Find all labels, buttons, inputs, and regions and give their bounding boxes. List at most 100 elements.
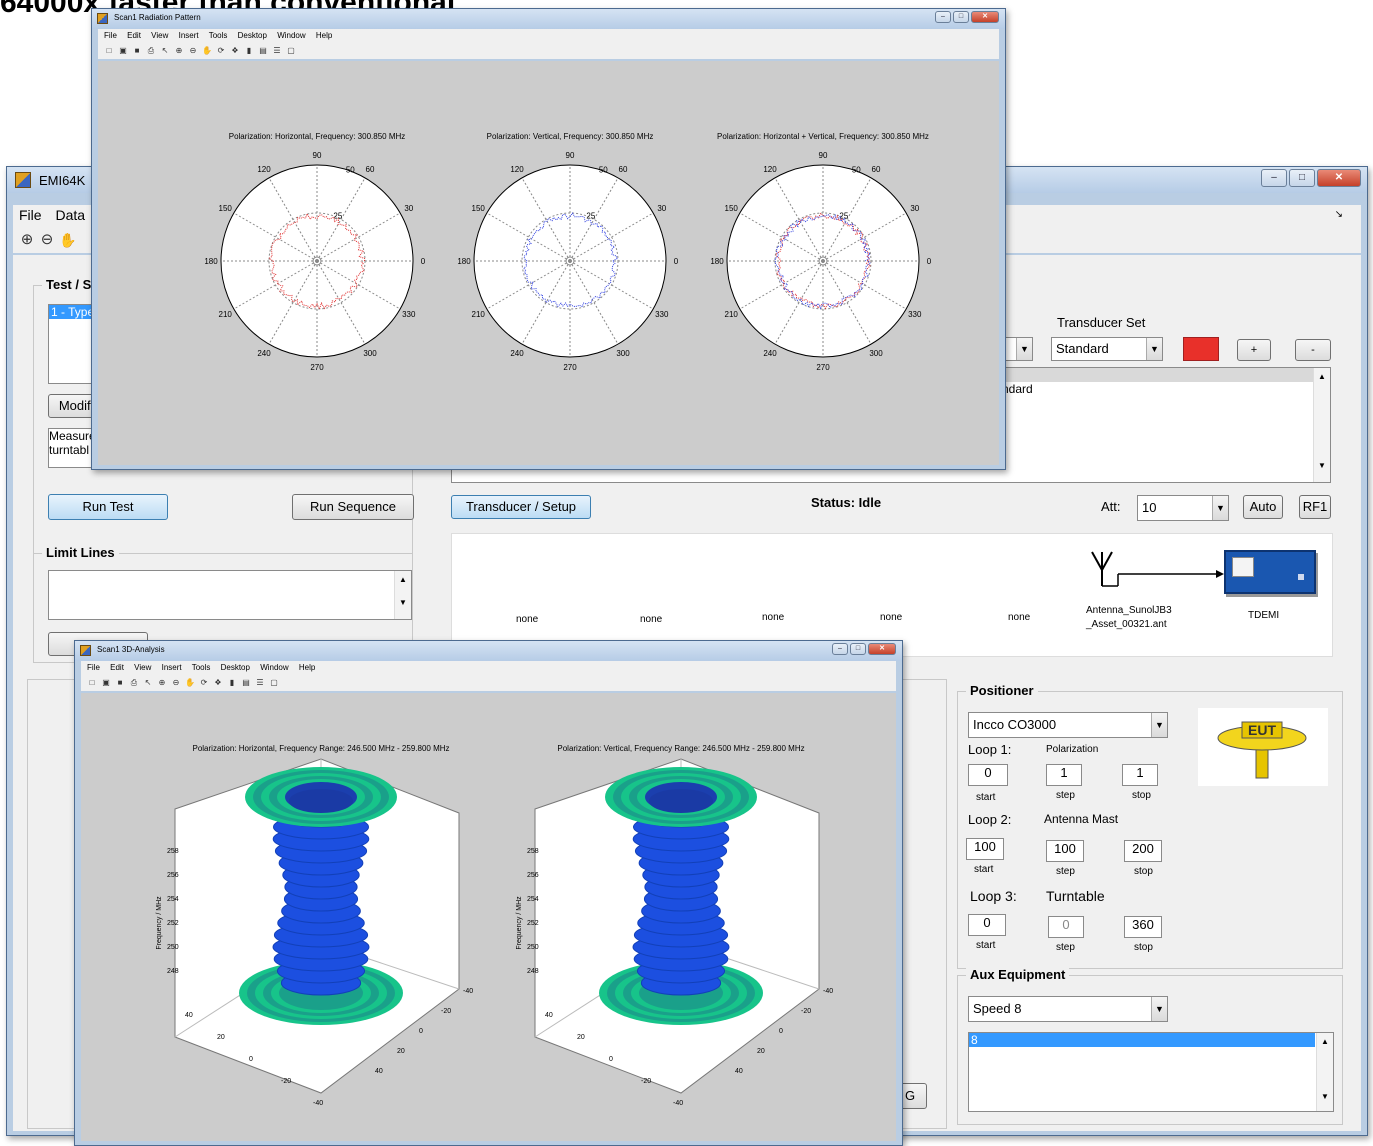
menu-file[interactable]: File bbox=[104, 31, 117, 40]
menu-file[interactable]: File bbox=[87, 663, 100, 672]
loop1-step[interactable]: 1 bbox=[1046, 764, 1082, 786]
loop3-start[interactable]: 0 bbox=[968, 914, 1006, 936]
limit-lines-list[interactable]: ▲ ▼ bbox=[48, 570, 412, 620]
close-button[interactable]: ✕ bbox=[1317, 169, 1361, 187]
menu-edit[interactable]: Edit bbox=[110, 663, 124, 672]
run-test-button[interactable]: Run Test bbox=[48, 494, 168, 520]
loop1-stop[interactable]: 1 bbox=[1122, 764, 1158, 786]
chevron-down-icon[interactable]: ▼ bbox=[1146, 338, 1162, 360]
maximize-button[interactable]: □ bbox=[850, 643, 866, 655]
menu-insert[interactable]: Insert bbox=[162, 663, 182, 672]
minimize-button[interactable]: – bbox=[935, 11, 951, 23]
colorbar-icon[interactable]: ▮ bbox=[244, 46, 254, 56]
pointer-icon[interactable]: ↖ bbox=[160, 46, 170, 56]
open-folder-icon[interactable]: ▣ bbox=[101, 678, 111, 688]
menu-data[interactable]: Data bbox=[55, 207, 85, 223]
pan-icon[interactable]: ✋ bbox=[185, 678, 195, 688]
aux-list-scrollbar[interactable]: ▲ ▼ bbox=[1316, 1033, 1333, 1111]
chain-slot-2[interactable]: none bbox=[640, 614, 662, 625]
print-icon[interactable]: ⎙ bbox=[129, 678, 139, 688]
legend-icon[interactable]: ▤ bbox=[258, 46, 268, 56]
loop2-stop[interactable]: 200 bbox=[1124, 840, 1162, 862]
loop3-step[interactable]: 0 bbox=[1048, 916, 1084, 938]
remove-transducer-button[interactable]: - bbox=[1295, 339, 1331, 361]
menu-desktop[interactable]: Desktop bbox=[238, 31, 267, 40]
chain-slot-4[interactable]: none bbox=[880, 612, 902, 623]
receiver-icon[interactable] bbox=[1224, 550, 1316, 594]
menu-help[interactable]: Help bbox=[316, 31, 332, 40]
maximize-button[interactable]: □ bbox=[953, 11, 969, 23]
minimize-button[interactable]: – bbox=[1261, 169, 1287, 187]
menu-window[interactable]: Window bbox=[260, 663, 288, 672]
pan-icon[interactable]: ✋ bbox=[59, 232, 76, 248]
menu-view[interactable]: View bbox=[151, 31, 168, 40]
zoom-out-icon[interactable]: ⊖ bbox=[39, 232, 55, 248]
zoom-in-icon[interactable]: ⊕ bbox=[174, 46, 184, 56]
chevron-down-icon[interactable]: ▼ bbox=[1151, 713, 1167, 737]
plot-tools-hide-icon[interactable]: ☰ bbox=[272, 46, 282, 56]
menu-insert[interactable]: Insert bbox=[179, 31, 199, 40]
legend-icon[interactable]: ▤ bbox=[241, 678, 251, 688]
menu-view[interactable]: View bbox=[134, 663, 151, 672]
maximize-button[interactable]: □ bbox=[1289, 169, 1315, 187]
loop3-stop[interactable]: 360 bbox=[1124, 916, 1162, 938]
chain-slot-3[interactable]: none bbox=[762, 612, 784, 623]
rotate-icon[interactable]: ⟳ bbox=[216, 46, 226, 56]
run-sequence-button[interactable]: Run Sequence bbox=[292, 494, 414, 520]
chevron-down-icon[interactable]: ▼ bbox=[1016, 338, 1032, 360]
auto-button[interactable]: Auto bbox=[1243, 495, 1283, 519]
positioner-device-select[interactable]: Incco CO3000 ▼ bbox=[968, 712, 1168, 738]
pan-icon[interactable]: ✋ bbox=[202, 46, 212, 56]
menu-edit[interactable]: Edit bbox=[127, 31, 141, 40]
menu-tools[interactable]: Tools bbox=[209, 31, 228, 40]
chain-slot-1[interactable]: none bbox=[516, 614, 538, 625]
plot-tools-show-icon[interactable]: ▢ bbox=[286, 46, 296, 56]
save-icon[interactable]: ■ bbox=[115, 678, 125, 688]
colorbar-icon[interactable]: ▮ bbox=[227, 678, 237, 688]
chevron-down-icon[interactable]: ▼ bbox=[1151, 997, 1167, 1021]
pointer-icon[interactable]: ↖ bbox=[143, 678, 153, 688]
transducer-setup-button[interactable]: Transducer / Setup bbox=[451, 495, 591, 519]
zoom-out-icon[interactable]: ⊖ bbox=[188, 46, 198, 56]
transducer-set-select[interactable]: Standard ▼ bbox=[1051, 337, 1163, 361]
limit-lines-scrollbar[interactable]: ▲ ▼ bbox=[394, 571, 411, 619]
add-transducer-button[interactable]: + bbox=[1237, 339, 1271, 361]
menu-desktop[interactable]: Desktop bbox=[221, 663, 250, 672]
aux-list[interactable]: 8 ▲ ▼ bbox=[968, 1032, 1334, 1112]
zoom-in-icon[interactable]: ⊕ bbox=[19, 232, 35, 248]
color-swatch[interactable] bbox=[1183, 337, 1219, 361]
transducer-list-item[interactable]: ndard bbox=[1002, 382, 1033, 396]
transducer-list-scrollbar[interactable]: ▲ ▼ bbox=[1313, 368, 1330, 482]
chevron-down-icon[interactable]: ▼ bbox=[1212, 496, 1228, 520]
save-icon[interactable]: ■ bbox=[132, 46, 142, 56]
data-cursor-icon[interactable]: ❖ bbox=[213, 678, 223, 688]
loop2-step[interactable]: 100 bbox=[1046, 840, 1084, 862]
close-button[interactable]: ✕ bbox=[868, 643, 896, 655]
data-cursor-icon[interactable]: ❖ bbox=[230, 46, 240, 56]
open-folder-icon[interactable]: ▣ bbox=[118, 46, 128, 56]
aux-device-select[interactable]: Speed 8 ▼ bbox=[968, 996, 1168, 1022]
att-select[interactable]: 10 ▼ bbox=[1137, 495, 1229, 521]
menu-file[interactable]: File bbox=[19, 207, 42, 223]
minimize-button[interactable]: – bbox=[832, 643, 848, 655]
aux-list-item[interactable]: 8 bbox=[969, 1033, 1315, 1047]
chain-slot-5[interactable]: none bbox=[1008, 612, 1030, 623]
polar-angle-label: 270 bbox=[816, 363, 830, 372]
polar-angle-label: 150 bbox=[219, 204, 233, 213]
close-button[interactable]: ✕ bbox=[971, 11, 999, 23]
loop2-start[interactable]: 100 bbox=[966, 838, 1004, 860]
rf1-button[interactable]: RF1 bbox=[1299, 495, 1331, 519]
new-file-icon[interactable]: □ bbox=[87, 678, 97, 688]
new-file-icon[interactable]: □ bbox=[104, 46, 114, 56]
plot-tools-show-icon[interactable]: ▢ bbox=[269, 678, 279, 688]
print-icon[interactable]: ⎙ bbox=[146, 46, 156, 56]
menu-help[interactable]: Help bbox=[299, 663, 315, 672]
plot-tools-hide-icon[interactable]: ☰ bbox=[255, 678, 265, 688]
zoom-out-icon[interactable]: ⊖ bbox=[171, 678, 181, 688]
rotate-icon[interactable]: ⟳ bbox=[199, 678, 209, 688]
menu-window[interactable]: Window bbox=[277, 31, 305, 40]
menu-tools[interactable]: Tools bbox=[192, 663, 211, 672]
loop1-start[interactable]: 0 bbox=[968, 764, 1008, 786]
expand-arrow-icon[interactable]: ↘ bbox=[1335, 205, 1343, 225]
zoom-in-icon[interactable]: ⊕ bbox=[157, 678, 167, 688]
